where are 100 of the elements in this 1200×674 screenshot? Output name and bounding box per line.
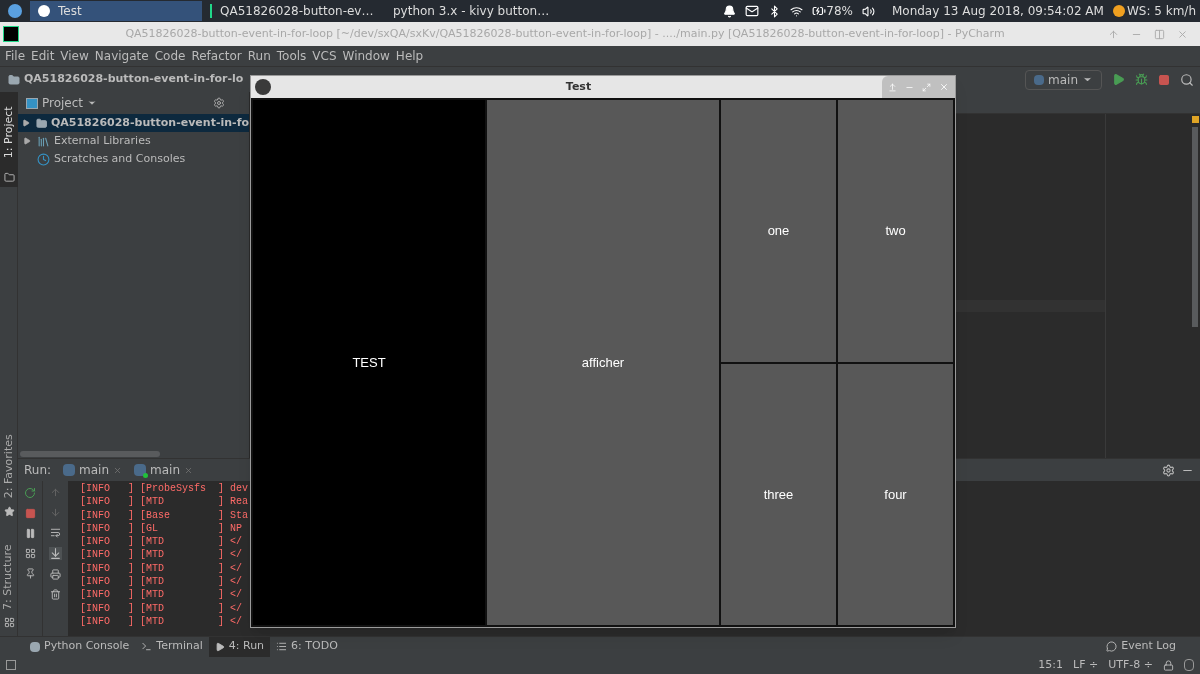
taskbar-task[interactable]: Test	[30, 1, 202, 21]
wifi-icon[interactable]	[790, 4, 804, 18]
balloon-icon	[1106, 641, 1118, 652]
menu-item[interactable]: VCS	[309, 47, 340, 65]
menu-item[interactable]: Navigate	[91, 47, 152, 65]
log-line: [INFO ] [MTD ] </	[80, 535, 244, 549]
log-line: [INFO ] [MTD ] </	[80, 588, 244, 602]
python-icon	[30, 641, 40, 652]
log-line: [INFO ] [MTD ] Rea	[80, 495, 249, 509]
status-item[interactable]: LF ÷	[1073, 656, 1099, 674]
run-config-dropdown[interactable]: main	[1025, 69, 1102, 90]
side-tab-label: 2: Favorites	[0, 434, 16, 498]
kivy-button[interactable]: three	[721, 363, 836, 625]
menu-item[interactable]: View	[57, 47, 92, 65]
tool-window-tab[interactable]: Terminal	[135, 636, 209, 657]
battery-level: 78%	[826, 3, 853, 20]
menu-item[interactable]: Code	[151, 47, 189, 65]
window-title: Test	[564, 78, 593, 95]
log-line: [INFO ] [MTD ] </	[80, 575, 244, 589]
vertical-scrollbar[interactable]	[1192, 127, 1198, 327]
caret-icon	[87, 98, 98, 108]
clock[interactable]: Monday 13 Aug 2018, 09:54:02 AM	[891, 2, 1104, 20]
taskbar-task[interactable]: QA51826028-button-ev…	[202, 1, 377, 21]
rerun-icon[interactable]	[24, 487, 36, 499]
tool-windows-icon[interactable]	[6, 660, 16, 670]
menu-item[interactable]: Help	[392, 47, 427, 65]
tree-item[interactable]: External Libraries	[18, 132, 249, 150]
mail-icon[interactable]	[745, 4, 760, 18]
project-icon	[26, 97, 38, 109]
log-line: [INFO ] [ProbeSysfs ] dev	[80, 482, 249, 496]
kivy-button[interactable]: afficher	[487, 100, 719, 625]
taskbar-task[interactable]: python 3.x - kivy button…	[377, 1, 552, 21]
stop-icon[interactable]	[24, 508, 36, 519]
expand-arrow-icon[interactable]	[22, 119, 31, 127]
terminal-icon	[141, 641, 153, 652]
python-icon	[1034, 74, 1044, 85]
run-tab[interactable]: main	[128, 459, 200, 481]
battery-icon[interactable]	[812, 4, 827, 18]
window-title: QA51826028-button-event-in-for-loop [~/dev/sxQA/sxKv/QA51826028-button-event-in-for-loop] - ..../main.py [QA51826028-button-event-in-for-loop] - PyCharm	[124, 25, 1006, 42]
side-tab-label: 7: Structure	[0, 544, 16, 610]
layout-icon[interactable]	[24, 548, 36, 559]
soft-wrap-icon[interactable]	[50, 527, 61, 538]
side-tab[interactable]: 1: Project	[0, 92, 18, 187]
run-tab[interactable]: main	[57, 459, 129, 481]
side-tab[interactable]: 7: Structure	[0, 537, 18, 632]
event-log-button[interactable]: Event Log	[1106, 638, 1176, 655]
log-line: [INFO ] [Base ] Sta	[80, 508, 249, 522]
tool-window-tab[interactable]: Python Console	[24, 636, 136, 657]
print-icon[interactable]	[50, 569, 61, 580]
project-view-dropdown[interactable]: Project	[42, 94, 98, 112]
search-icon[interactable]	[1180, 72, 1194, 87]
expand-arrow-icon[interactable]	[23, 137, 31, 145]
menu-item[interactable]: Window	[339, 47, 393, 65]
log-line: [INFO ] [GL ] NP	[80, 521, 244, 536]
menu-item[interactable]: File	[2, 47, 29, 65]
log-line: [INFO ] [MTD ] </	[80, 614, 244, 629]
kivy-button[interactable]: TEST	[253, 100, 485, 625]
log-line: [INFO ] [MTD ] </	[80, 548, 244, 562]
pause-icon[interactable]	[24, 528, 36, 539]
pin-icon[interactable]	[24, 568, 36, 579]
menu-item[interactable]: Run	[244, 47, 274, 65]
warning-marker-icon	[1191, 116, 1199, 123]
tree-item-label: Scratches and Consoles	[54, 150, 186, 167]
trash-icon[interactable]	[50, 589, 61, 600]
menu-item[interactable]: Edit	[28, 47, 58, 65]
run-icon	[214, 641, 225, 652]
horizontal-scrollbar[interactable]	[20, 451, 160, 457]
kivy-button[interactable]: one	[721, 100, 836, 362]
structure-icon	[3, 617, 15, 628]
app-menu-icon[interactable]	[8, 4, 22, 18]
kivy-button[interactable]: two	[838, 100, 953, 362]
side-tab-label: 1: Project	[0, 106, 16, 158]
kivy-button[interactable]: four	[838, 363, 953, 625]
tree-item-label: QA51826028-button-event-in-fo	[50, 114, 249, 131]
run-panel-label: Run:	[23, 462, 53, 479]
tool-window-tab[interactable]: 4: Run	[208, 636, 271, 657]
star-icon	[3, 506, 15, 517]
run-icon[interactable]	[1112, 73, 1125, 86]
folder-icon	[3, 172, 15, 183]
debug-icon[interactable]	[1135, 73, 1148, 86]
settings-icon[interactable]	[1162, 463, 1175, 477]
log-line: [INFO ] [MTD ] </	[80, 601, 244, 615]
menu-item[interactable]: Refactor	[188, 47, 245, 65]
volume-icon[interactable]	[861, 4, 875, 18]
menu-item[interactable]: Tools	[273, 47, 310, 65]
status-item[interactable]: UTF-8 ÷	[1108, 656, 1153, 674]
log-line: [INFO ] [MTD ] </	[80, 561, 244, 576]
status-item[interactable]: 15:1	[1038, 656, 1064, 674]
side-tab[interactable]: 2: Favorites	[0, 426, 18, 521]
stop-icon[interactable]	[1158, 73, 1170, 86]
breadcrumb[interactable]: QA51826028-button-event-in-for-lo	[24, 71, 244, 88]
weather-text: WS: 5 km/h	[1126, 3, 1196, 20]
lock-icon[interactable]	[1163, 659, 1174, 671]
scroll-to-end-icon[interactable]	[49, 547, 62, 560]
list-icon	[276, 641, 288, 652]
tree-item[interactable]: QA51826028-button-event-in-fo	[18, 114, 249, 132]
notification-icon[interactable]	[723, 4, 737, 18]
folder-icon	[35, 116, 47, 130]
tree-item[interactable]: Scratches and Consoles	[18, 150, 249, 168]
tool-window-tab[interactable]: 6: TODO	[270, 636, 344, 657]
